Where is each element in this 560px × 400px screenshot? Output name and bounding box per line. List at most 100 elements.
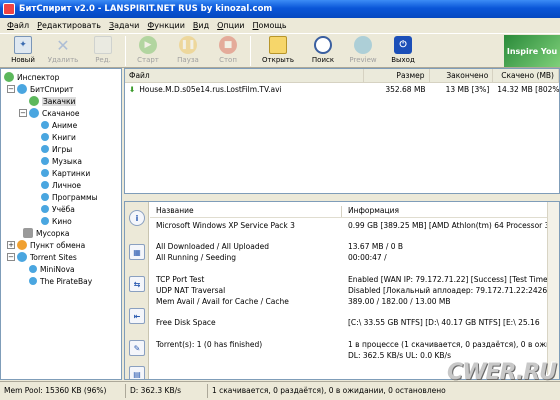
peers-icon[interactable]: ▦ [129, 244, 145, 260]
connections-icon[interactable]: ⇆ [129, 276, 145, 292]
tree-item-category[interactable]: Игры [1, 143, 121, 155]
category-icon [41, 157, 49, 165]
info-row: UDP NAT Traversal Disabled [Локальный апл… [150, 286, 559, 297]
info-row: Microsoft Windows XP Service Pack 3 0.99 … [150, 221, 559, 232]
tree-item-label: Пункт обмена [30, 240, 86, 250]
tree-item-category[interactable]: Личное [1, 179, 121, 191]
menu-options[interactable]: Опции [213, 21, 248, 30]
edit-icon [94, 36, 112, 54]
file-name-cell: ⬇ House.M.D.s05e14.rus.LostFilm.TV.avi [125, 85, 364, 94]
collapse-icon[interactable]: − [19, 109, 27, 117]
tree-item-label: The PirateBay [40, 276, 93, 286]
info-row: All Downloaded / All Uploaded 13.67 MB / … [150, 242, 559, 253]
tree-item-inspector[interactable]: Инспектор [1, 71, 121, 83]
column-downloaded[interactable]: Скачено (MB) [493, 69, 559, 82]
chart-icon[interactable]: ▤ [129, 366, 145, 379]
window-title: БитСпирит v2.0 - LANSPIRIT.NET RUS by ki… [19, 4, 273, 14]
tree-item-bitspirit[interactable]: − БитСпирит [1, 83, 121, 95]
site-icon [29, 265, 37, 273]
sidebar-tree[interactable]: Инспектор − БитСпирит Закачки − Скачаное… [0, 68, 122, 380]
info-row: All Running / Seeding 00:00:47 / [150, 253, 559, 264]
menu-file[interactable]: Файл [3, 21, 33, 30]
new-button[interactable]: ✦ Новый [3, 34, 43, 67]
new-button-label: Новый [11, 56, 35, 64]
tree-item-category[interactable]: Аниме [1, 119, 121, 131]
search-button[interactable]: Поиск [303, 34, 343, 67]
info-row: Free Disk Space [C:\ 33.55 GB NTFS] [D:\ … [150, 318, 559, 329]
menu-edit[interactable]: Редактировать [33, 21, 105, 30]
info-header: Название Информация [150, 206, 559, 218]
tree-item-label: Музыка [52, 156, 82, 166]
pause-button[interactable]: ❚❚ Пауза [168, 34, 208, 67]
tree-item-site[interactable]: MiniNova [1, 263, 121, 275]
tree-item-exchange[interactable]: + Пункт обмена [1, 239, 121, 251]
category-icon [41, 121, 49, 129]
tree-item-category[interactable]: Книги [1, 131, 121, 143]
downloads-icon [29, 96, 39, 106]
tree-item-label: Личное [52, 180, 82, 190]
tree-item-label: Кино [52, 216, 72, 226]
info-value: 1 в процессе (1 скачивается, 0 раздаётся… [348, 340, 551, 349]
files-icon[interactable]: ⇤ [129, 308, 145, 324]
tree-item-label: Учёба [52, 204, 75, 214]
tree-item-label: Игры [52, 144, 73, 154]
start-button[interactable]: ▶ Старт [128, 34, 168, 67]
exit-button[interactable]: ⏻ Выход [383, 34, 423, 67]
tree-item-label: Инспектор [17, 72, 60, 82]
tree-item-category[interactable]: Музыка [1, 155, 121, 167]
menu-tasks[interactable]: Задачи [105, 21, 143, 30]
title-bar[interactable]: БитСпирит v2.0 - LANSPIRIT.NET RUS by ki… [0, 0, 560, 18]
vertical-scrollbar[interactable] [547, 202, 559, 379]
stop-button[interactable]: ■ Стоп [208, 34, 248, 67]
column-name[interactable]: Название [150, 206, 342, 217]
status-mempool: Mem Pool: 15360 KB (96%) [0, 384, 126, 398]
info-row: Torrent(s): 1 (0 has finished) 1 в процес… [150, 340, 559, 351]
tree-item-category[interactable]: Картинки [1, 167, 121, 179]
banner[interactable]: Inspire You [504, 35, 560, 67]
collapse-icon[interactable]: − [7, 253, 15, 261]
tree-item-site[interactable]: The PirateBay [1, 275, 121, 287]
search-button-label: Поиск [311, 56, 335, 64]
downloaded-icon [29, 108, 39, 118]
panel-splitter[interactable] [124, 194, 560, 201]
app-window: БитСпирит v2.0 - LANSPIRIT.NET RUS by ki… [0, 0, 560, 400]
tree-item-torrent-sites[interactable]: − Torrent Sites [1, 251, 121, 263]
delete-button-label: Удалить [47, 56, 79, 64]
menu-view[interactable]: Вид [189, 21, 213, 30]
category-icon [41, 205, 49, 213]
info-row: TCP Port Test Enabled [WAN IP: 79.172.71.… [150, 275, 559, 286]
info-sidebar: i ▦ ⇆ ⇤ ✎ ▤ [125, 202, 149, 379]
edit-button[interactable]: Ред. [83, 34, 123, 67]
stop-icon: ■ [219, 36, 237, 54]
preview-button[interactable]: Preview [343, 34, 383, 67]
tree-item-trash[interactable]: Мусорка [1, 227, 121, 239]
open-button[interactable]: Открыть [253, 34, 303, 67]
table-row[interactable]: ⬇ House.M.D.s05e14.rus.LostFilm.TV.avi 35… [125, 83, 559, 96]
log-icon[interactable]: ✎ [129, 340, 145, 356]
delete-button[interactable]: ✕ Удалить [43, 34, 83, 67]
pause-icon: ❚❚ [179, 36, 197, 54]
tree-item-label: Программы [52, 192, 98, 202]
column-size[interactable]: Размер [364, 69, 430, 82]
tree-item-label: Аниме [52, 120, 78, 130]
search-icon [314, 36, 332, 54]
tree-item-category[interactable]: Учёба [1, 203, 121, 215]
expand-icon[interactable]: + [7, 241, 15, 249]
trash-icon [23, 228, 33, 238]
category-icon [41, 193, 49, 201]
toolbar-separator [125, 36, 126, 66]
tree-item-downloads[interactable]: Закачки [1, 95, 121, 107]
category-icon [41, 181, 49, 189]
column-file[interactable]: Файл [125, 69, 364, 82]
info-icon[interactable]: i [129, 210, 145, 226]
delete-icon: ✕ [56, 35, 70, 55]
tree-item-category[interactable]: Кино [1, 215, 121, 227]
tree-item-category[interactable]: Программы [1, 191, 121, 203]
tree-item-downloaded[interactable]: − Скачаное [1, 107, 121, 119]
column-info[interactable]: Информация [342, 206, 405, 217]
collapse-icon[interactable]: − [7, 85, 15, 93]
menu-functions[interactable]: Функции [143, 21, 189, 30]
menu-help[interactable]: Помощь [249, 21, 291, 30]
stop-button-label: Стоп [219, 56, 237, 64]
column-done[interactable]: Закончено [430, 69, 494, 82]
